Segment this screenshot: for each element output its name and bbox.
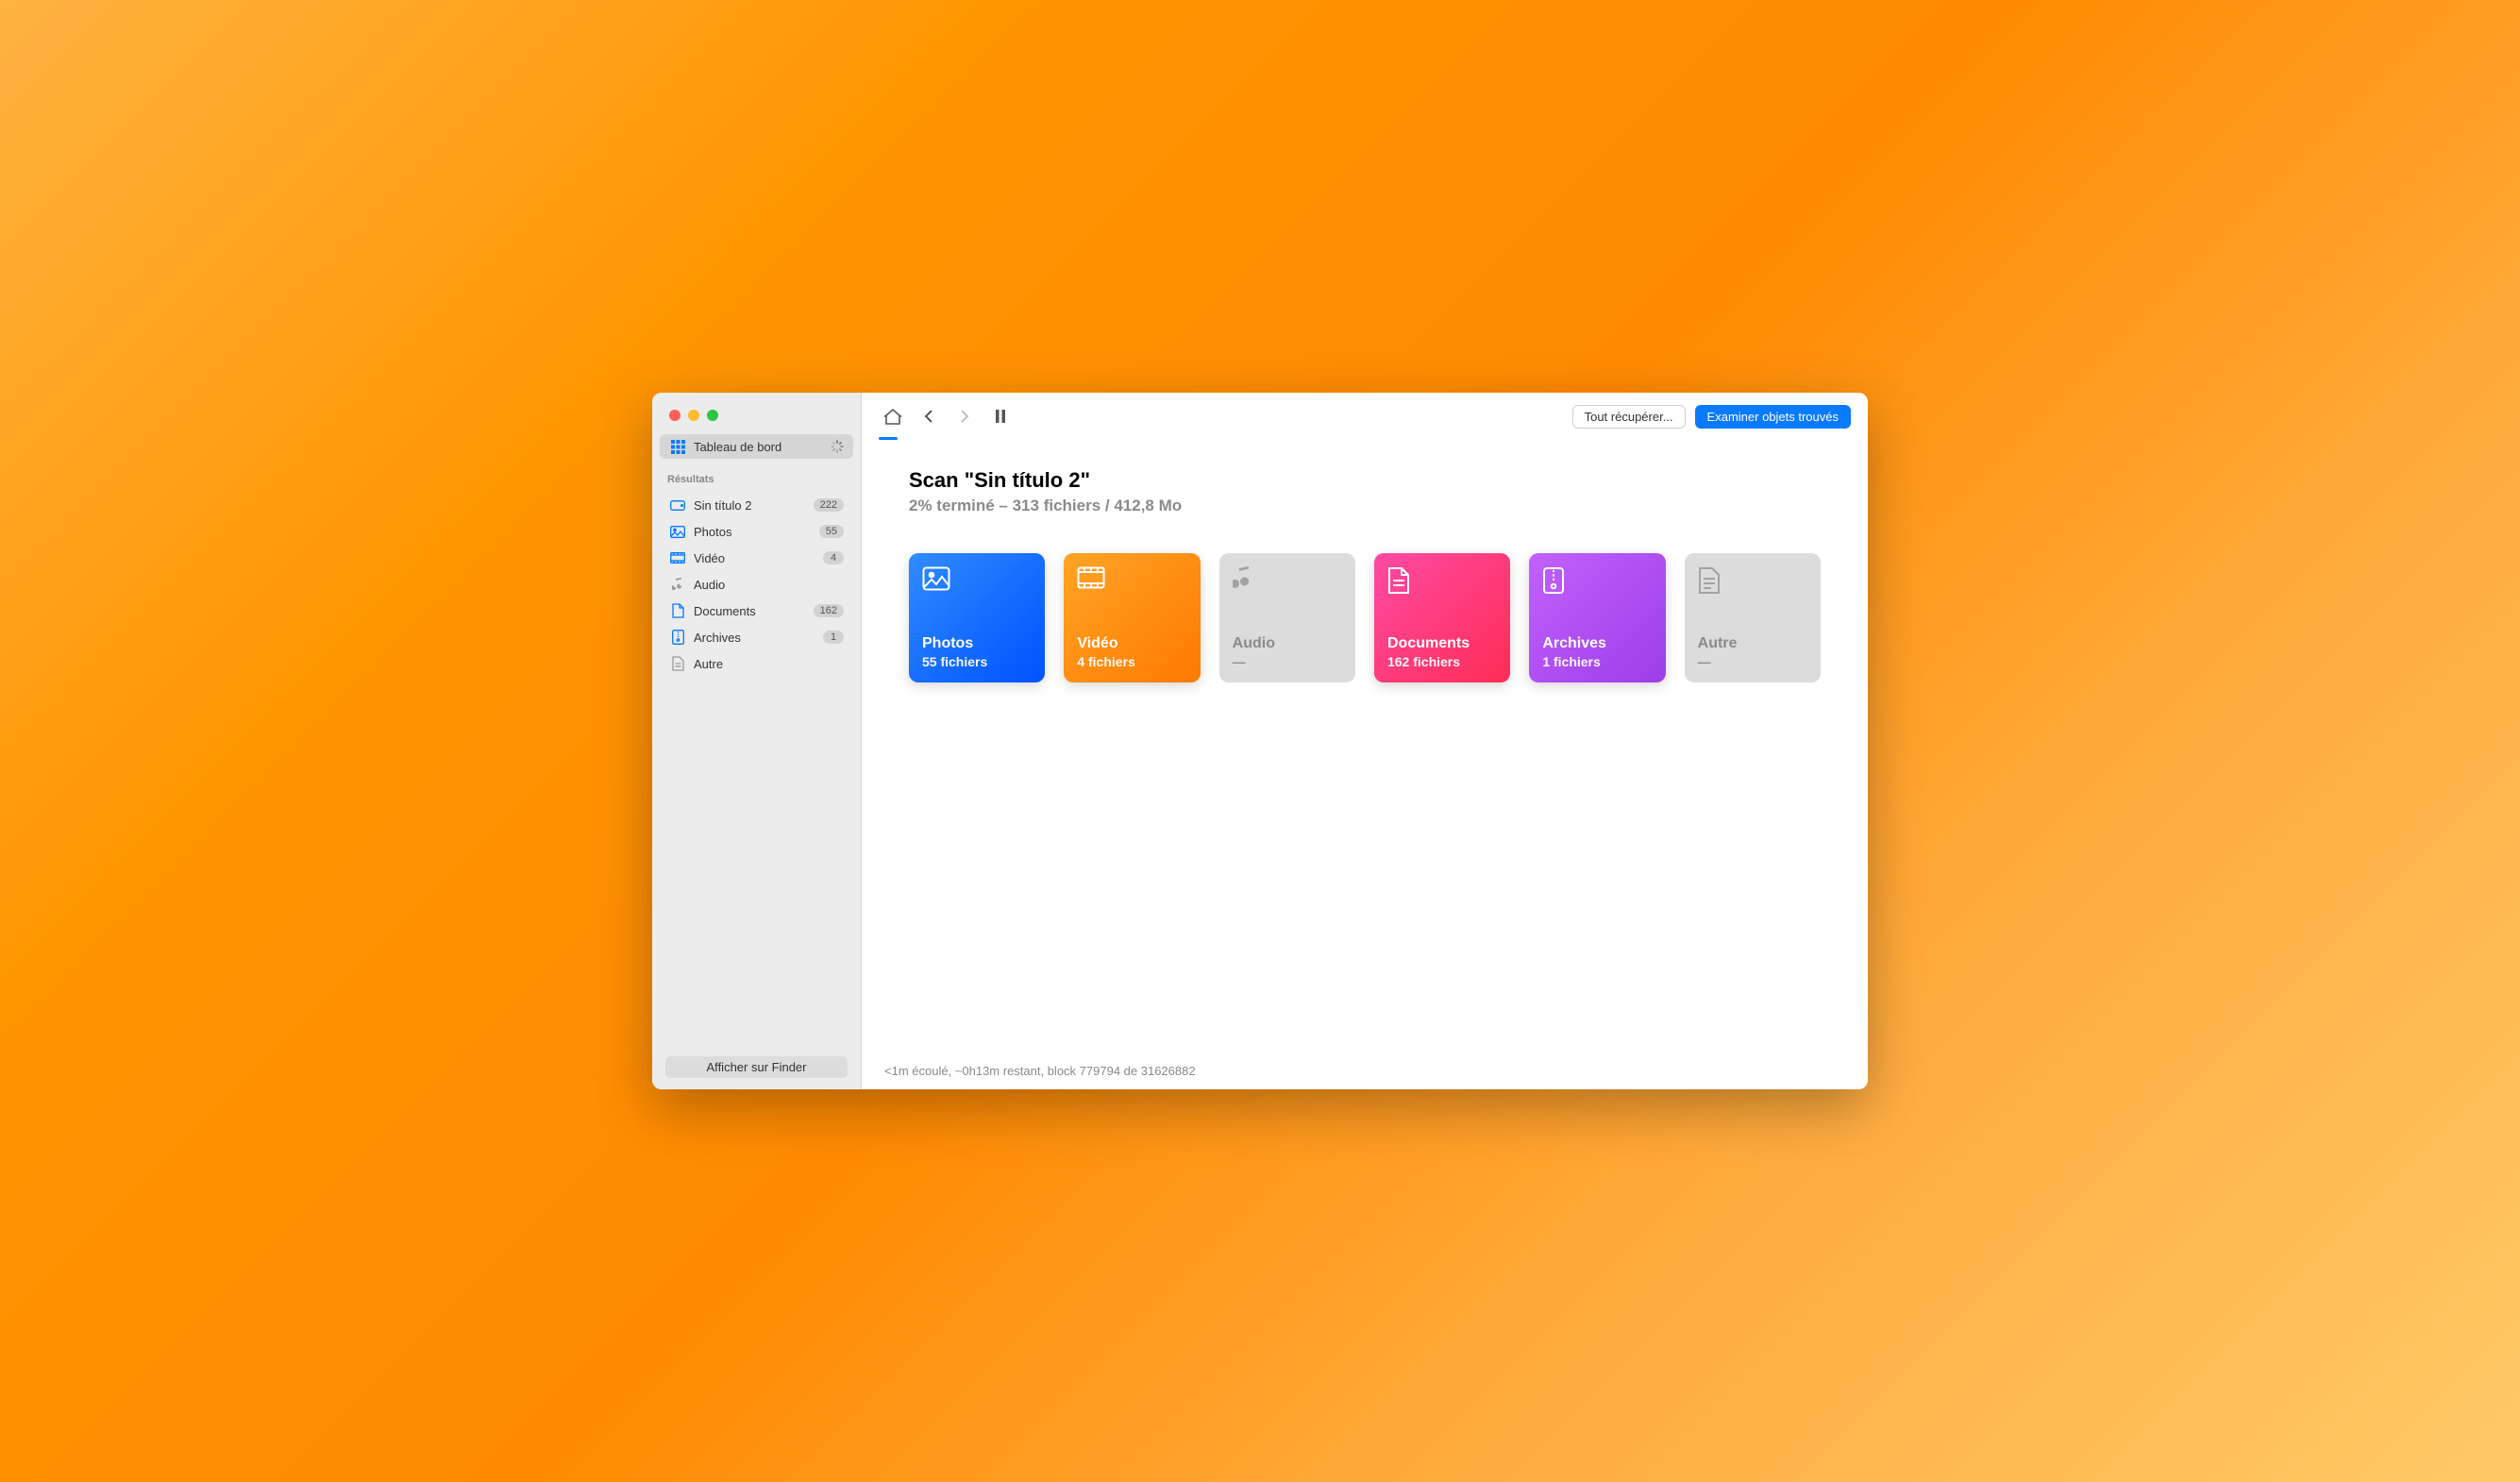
card-title: Archives	[1542, 635, 1652, 652]
tab-indicator	[879, 437, 898, 440]
card-photos[interactable]: Photos 55 fichiers	[909, 553, 1045, 682]
count-badge: 1	[823, 631, 844, 644]
card-subtitle: 162 fichiers	[1387, 654, 1497, 669]
back-button[interactable]	[915, 404, 943, 429]
close-window-button[interactable]	[669, 410, 680, 421]
card-title: Documents	[1387, 635, 1497, 652]
photo-icon	[669, 524, 686, 539]
audio-icon	[669, 577, 686, 592]
drive-icon	[669, 497, 686, 513]
sidebar-item-label: Photos	[694, 525, 819, 539]
category-cards: Photos 55 fichiers Vidéo 4 fichiers	[909, 553, 1821, 682]
pause-button[interactable]	[986, 404, 1015, 429]
window-controls	[652, 393, 861, 430]
card-title: Audio	[1233, 635, 1342, 652]
sidebar-item-dashboard[interactable]: Tableau de bord	[660, 434, 853, 459]
card-audio[interactable]: Audio —	[1219, 553, 1355, 682]
spinner-icon	[831, 440, 844, 453]
sidebar: Tableau de bord Résultats Sin título 2 2…	[652, 393, 862, 1089]
sidebar-item-archives[interactable]: Archives 1	[660, 625, 853, 649]
sidebar-item-label: Archives	[694, 631, 823, 645]
file-icon	[669, 656, 686, 671]
video-icon	[1077, 566, 1186, 600]
document-icon	[1387, 566, 1497, 600]
main-content: Tout récupérer... Examiner objets trouvé…	[862, 393, 1868, 1089]
minimize-window-button[interactable]	[688, 410, 699, 421]
card-video[interactable]: Vidéo 4 fichiers	[1064, 553, 1200, 682]
sidebar-item-drive[interactable]: Sin título 2 222	[660, 493, 853, 517]
count-badge: 4	[823, 551, 844, 564]
sidebar-item-label: Audio	[694, 578, 844, 592]
card-title: Photos	[922, 635, 1032, 652]
document-icon	[669, 603, 686, 618]
sidebar-item-photos[interactable]: Photos 55	[660, 519, 853, 544]
video-icon	[669, 550, 686, 565]
archive-icon	[1542, 566, 1652, 600]
file-icon	[1698, 566, 1807, 600]
photo-icon	[922, 566, 1032, 600]
card-archives[interactable]: Archives 1 fichiers	[1529, 553, 1665, 682]
card-documents[interactable]: Documents 162 fichiers	[1374, 553, 1510, 682]
sidebar-item-label: Vidéo	[694, 551, 823, 565]
fullscreen-window-button[interactable]	[707, 410, 718, 421]
sidebar-item-label: Documents	[694, 604, 814, 618]
grid-icon	[669, 439, 686, 454]
sidebar-item-audio[interactable]: Audio	[660, 572, 853, 597]
toolbar: Tout récupérer... Examiner objets trouvé…	[862, 393, 1868, 440]
recover-all-button[interactable]: Tout récupérer...	[1572, 405, 1686, 429]
sidebar-item-label: Sin título 2	[694, 498, 814, 513]
sidebar-section-results: Résultats	[652, 464, 861, 489]
card-subtitle: 4 fichiers	[1077, 654, 1186, 669]
count-badge: 162	[814, 604, 844, 617]
app-window: Tableau de bord Résultats Sin título 2 2…	[652, 393, 1868, 1089]
archive-icon	[669, 630, 686, 645]
home-button[interactable]	[879, 404, 907, 429]
card-other[interactable]: Autre —	[1685, 553, 1821, 682]
show-in-finder-button[interactable]: Afficher sur Finder	[665, 1056, 848, 1078]
card-subtitle: 55 fichiers	[922, 654, 1032, 669]
page-subtitle: 2% terminé – 313 fichiers / 412,8 Mo	[909, 497, 1821, 515]
forward-button[interactable]	[950, 404, 979, 429]
audio-icon	[1233, 566, 1342, 600]
card-subtitle: —	[1698, 654, 1807, 669]
sidebar-item-other[interactable]: Autre	[660, 651, 853, 676]
status-bar: <1m écoulé, ~0h13m restant, block 779794…	[862, 1053, 1868, 1089]
count-badge: 55	[819, 525, 844, 538]
page-title: Scan "Sin título 2"	[909, 468, 1821, 493]
card-subtitle: 1 fichiers	[1542, 654, 1652, 669]
count-badge: 222	[814, 498, 844, 512]
sidebar-item-label: Autre	[694, 657, 844, 671]
card-title: Vidéo	[1077, 635, 1186, 652]
card-title: Autre	[1698, 635, 1807, 652]
sidebar-item-video[interactable]: Vidéo 4	[660, 546, 853, 570]
sidebar-item-label: Tableau de bord	[694, 440, 831, 454]
sidebar-item-documents[interactable]: Documents 162	[660, 598, 853, 623]
card-subtitle: —	[1233, 654, 1342, 669]
review-found-button[interactable]: Examiner objets trouvés	[1695, 405, 1851, 429]
content-area: Scan "Sin título 2" 2% terminé – 313 fic…	[862, 440, 1868, 1053]
